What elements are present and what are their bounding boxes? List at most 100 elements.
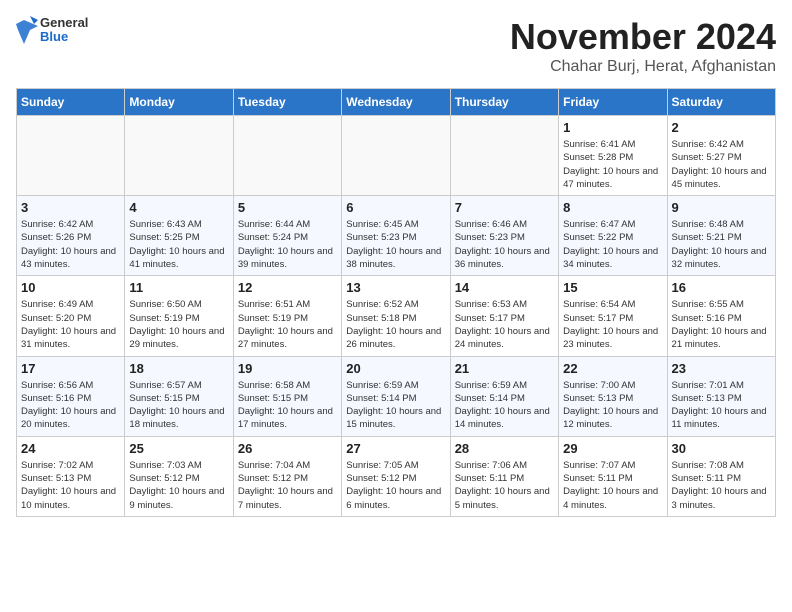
logo-container: General Blue [16,16,88,45]
weekday-header-tuesday: Tuesday [233,89,341,116]
day-number: 10 [21,280,120,295]
calendar-cell: 18Sunrise: 6:57 AM Sunset: 5:15 PM Dayli… [125,356,233,436]
calendar-cell: 24 Sunrise: 7:02 AM Sunset: 5:13 PM Dayli… [17,436,125,516]
day-number: 1 [563,120,662,135]
calendar-cell: 17 Sunrise: 6:56 AM Sunset: 5:16 PM Dayli… [17,356,125,436]
calendar-cell: 19 Sunrise: 6:58 AM Sunset: 5:15 PM Dayli… [233,356,341,436]
day-info: Sunrise: 6:43 AM Sunset: 5:25 PM Dayligh… [129,218,228,271]
day-info: Sunrise: 6:42 AM Sunset: 5:27 PM Dayligh… [672,138,771,191]
day-number: 25 [129,441,228,456]
calendar-cell: 23Sunrise: 7:01 AM Sunset: 5:13 PM Dayli… [667,356,775,436]
logo-blue: Blue [40,30,88,44]
day-number: 30 [672,441,771,456]
day-info: Sunrise: 6:46 AM Sunset: 5:23 PM Dayligh… [455,218,554,271]
calendar-cell: 4 Sunrise: 6:43 AM Sunset: 5:25 PM Daylig… [125,196,233,276]
day-number: 11 [129,280,228,295]
calendar-cell: 14 Sunrise: 6:53 AM Sunset: 5:17 PM Dayli… [450,276,558,356]
day-info: Sunrise: 7:04 AM Sunset: 5:12 PM Dayligh… [238,459,337,512]
day-number: 18 [129,361,228,376]
calendar-cell: 9Sunrise: 6:48 AM Sunset: 5:21 PM Daylig… [667,196,775,276]
calendar-cell: 2 Sunrise: 6:42 AM Sunset: 5:27 PM Daylig… [667,116,775,196]
day-number: 16 [672,280,771,295]
day-info: Sunrise: 7:03 AM Sunset: 5:12 PM Dayligh… [129,459,228,512]
day-info: Sunrise: 7:06 AM Sunset: 5:11 PM Dayligh… [455,459,554,512]
page-header: General Blue November 2024 Chahar Burj, … [16,16,776,76]
day-number: 9 [672,200,771,215]
day-number: 22 [563,361,662,376]
calendar-week-row: 1 Sunrise: 6:41 AM Sunset: 5:28 PM Daylig… [17,116,776,196]
day-number: 4 [129,200,228,215]
weekday-header-friday: Friday [559,89,667,116]
calendar-week-row: 17 Sunrise: 6:56 AM Sunset: 5:16 PM Dayli… [17,356,776,436]
logo-general: General [40,16,88,30]
calendar-cell: 1 Sunrise: 6:41 AM Sunset: 5:28 PM Daylig… [559,116,667,196]
day-number: 7 [455,200,554,215]
day-number: 3 [21,200,120,215]
logo: General Blue [16,16,88,45]
day-number: 17 [21,361,120,376]
day-info: Sunrise: 6:45 AM Sunset: 5:23 PM Dayligh… [346,218,445,271]
calendar-cell: 7 Sunrise: 6:46 AM Sunset: 5:23 PM Daylig… [450,196,558,276]
day-info: Sunrise: 6:54 AM Sunset: 5:17 PM Dayligh… [563,298,662,351]
day-info: Sunrise: 6:47 AM Sunset: 5:22 PM Dayligh… [563,218,662,271]
day-info: Sunrise: 7:05 AM Sunset: 5:12 PM Dayligh… [346,459,445,512]
day-number: 5 [238,200,337,215]
location-title: Chahar Burj, Herat, Afghanistan [510,58,776,76]
day-number: 14 [455,280,554,295]
day-info: Sunrise: 6:59 AM Sunset: 5:14 PM Dayligh… [346,379,445,432]
calendar-cell: 29 Sunrise: 7:07 AM Sunset: 5:11 PM Dayli… [559,436,667,516]
day-number: 29 [563,441,662,456]
calendar-cell: 25 Sunrise: 7:03 AM Sunset: 5:12 PM Dayli… [125,436,233,516]
calendar-cell: 15Sunrise: 6:54 AM Sunset: 5:17 PM Dayli… [559,276,667,356]
calendar-cell: 20 Sunrise: 6:59 AM Sunset: 5:14 PM Dayli… [342,356,450,436]
day-info: Sunrise: 6:52 AM Sunset: 5:18 PM Dayligh… [346,298,445,351]
calendar-week-row: 24 Sunrise: 7:02 AM Sunset: 5:13 PM Dayli… [17,436,776,516]
calendar-cell: 3 Sunrise: 6:42 AM Sunset: 5:26 PM Daylig… [17,196,125,276]
day-info: Sunrise: 7:08 AM Sunset: 5:11 PM Dayligh… [672,459,771,512]
day-info: Sunrise: 6:55 AM Sunset: 5:16 PM Dayligh… [672,298,771,351]
calendar-cell: 5 Sunrise: 6:44 AM Sunset: 5:24 PM Daylig… [233,196,341,276]
weekday-header-saturday: Saturday [667,89,775,116]
day-info: Sunrise: 6:44 AM Sunset: 5:24 PM Dayligh… [238,218,337,271]
day-info: Sunrise: 7:01 AM Sunset: 5:13 PM Dayligh… [672,379,771,432]
calendar-cell [342,116,450,196]
calendar-cell [125,116,233,196]
day-number: 24 [21,441,120,456]
day-number: 26 [238,441,337,456]
day-info: Sunrise: 6:53 AM Sunset: 5:17 PM Dayligh… [455,298,554,351]
day-number: 2 [672,120,771,135]
calendar-header: SundayMondayTuesdayWednesdayThursdayFrid… [17,89,776,116]
weekday-header-wednesday: Wednesday [342,89,450,116]
calendar-cell: 10Sunrise: 6:49 AM Sunset: 5:20 PM Dayli… [17,276,125,356]
calendar-cell: 16 Sunrise: 6:55 AM Sunset: 5:16 PM Dayli… [667,276,775,356]
calendar-cell [17,116,125,196]
calendar-cell: 12 Sunrise: 6:51 AM Sunset: 5:19 PM Dayli… [233,276,341,356]
day-number: 12 [238,280,337,295]
day-number: 13 [346,280,445,295]
day-info: Sunrise: 6:56 AM Sunset: 5:16 PM Dayligh… [21,379,120,432]
calendar-cell: 6 Sunrise: 6:45 AM Sunset: 5:23 PM Daylig… [342,196,450,276]
day-info: Sunrise: 7:02 AM Sunset: 5:13 PM Dayligh… [21,459,120,512]
day-info: Sunrise: 7:07 AM Sunset: 5:11 PM Dayligh… [563,459,662,512]
weekday-header-sunday: Sunday [17,89,125,116]
day-info: Sunrise: 6:42 AM Sunset: 5:26 PM Dayligh… [21,218,120,271]
calendar-week-row: 3 Sunrise: 6:42 AM Sunset: 5:26 PM Daylig… [17,196,776,276]
month-title: November 2024 [510,16,776,58]
calendar-cell: 28 Sunrise: 7:06 AM Sunset: 5:11 PM Dayli… [450,436,558,516]
weekday-header-row: SundayMondayTuesdayWednesdayThursdayFrid… [17,89,776,116]
title-block: November 2024 Chahar Burj, Herat, Afghan… [510,16,776,76]
calendar-cell: 30 Sunrise: 7:08 AM Sunset: 5:11 PM Dayli… [667,436,775,516]
weekday-header-thursday: Thursday [450,89,558,116]
day-number: 6 [346,200,445,215]
day-info: Sunrise: 6:50 AM Sunset: 5:19 PM Dayligh… [129,298,228,351]
calendar-cell: 26 Sunrise: 7:04 AM Sunset: 5:12 PM Dayli… [233,436,341,516]
day-number: 19 [238,361,337,376]
day-info: Sunrise: 6:58 AM Sunset: 5:15 PM Dayligh… [238,379,337,432]
weekday-header-monday: Monday [125,89,233,116]
day-info: Sunrise: 6:41 AM Sunset: 5:28 PM Dayligh… [563,138,662,191]
day-number: 28 [455,441,554,456]
day-number: 20 [346,361,445,376]
calendar-cell: 8Sunrise: 6:47 AM Sunset: 5:22 PM Daylig… [559,196,667,276]
day-number: 27 [346,441,445,456]
day-info: Sunrise: 6:51 AM Sunset: 5:19 PM Dayligh… [238,298,337,351]
